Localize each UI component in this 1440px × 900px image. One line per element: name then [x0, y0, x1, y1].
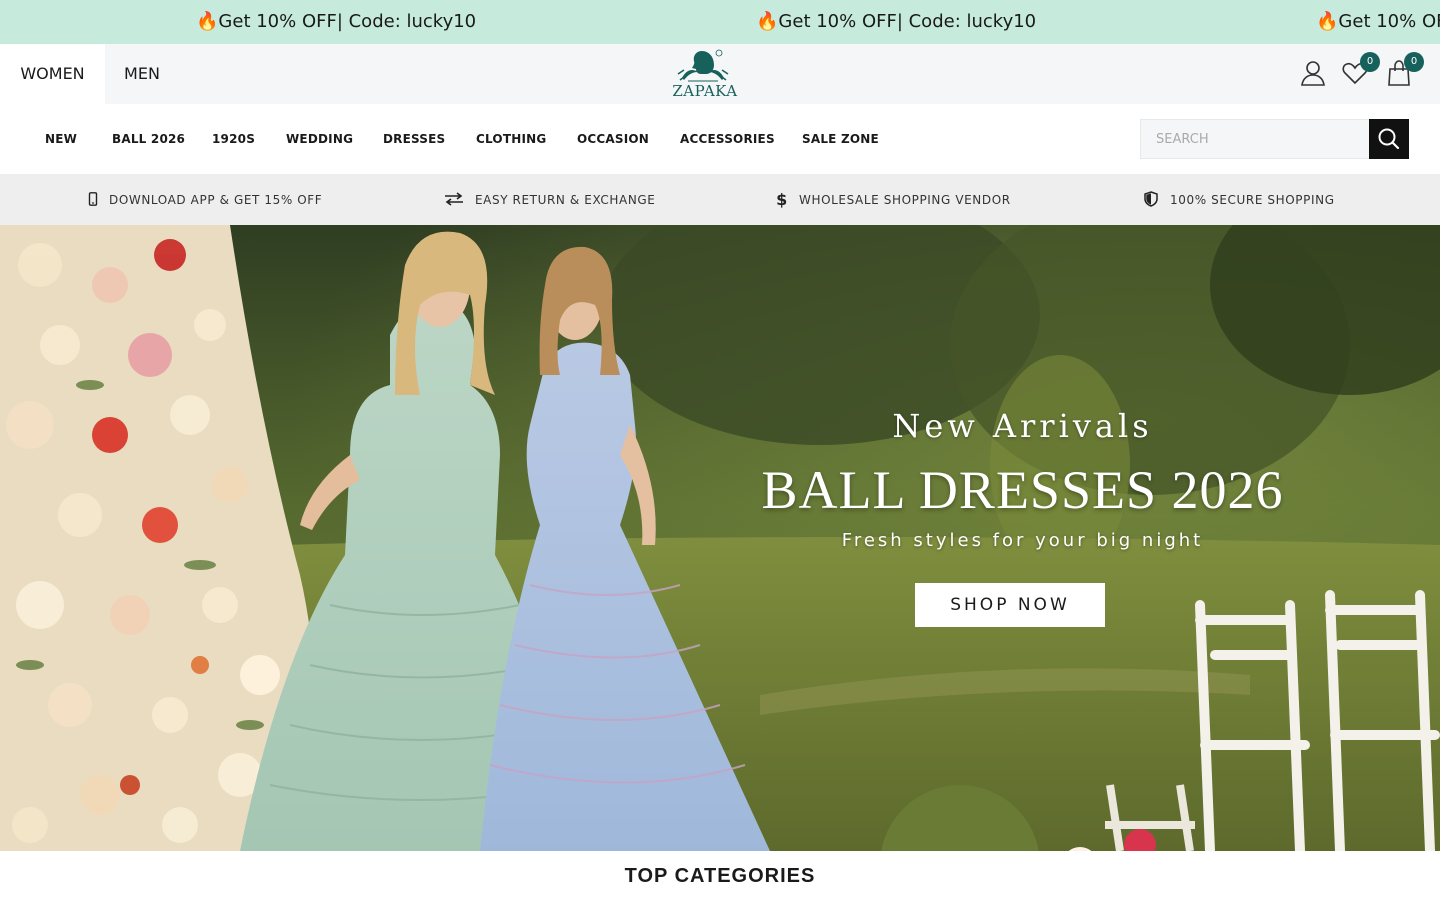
exchange-arrows-icon: [445, 192, 463, 206]
benefit-label: DOWNLOAD APP & GET 15% OFF: [109, 193, 323, 207]
promo-bar: 🔥Get 10% OFF| Code: lucky10 🔥Get 10% OFF…: [0, 0, 1440, 44]
benefit-secure[interactable]: 100% SECURE SHOPPING: [1144, 174, 1344, 225]
benefit-label: WHOLESALE SHOPPING VENDOR: [799, 193, 1011, 207]
benefit-label: 100% SECURE SHOPPING: [1170, 193, 1335, 207]
nav-item-ball-2026[interactable]: BALL 2026: [112, 104, 185, 174]
promo-text: Get 10% OFF| Code: lucky10: [778, 11, 1037, 32]
shield-icon: [1144, 191, 1158, 207]
promo-message[interactable]: 🔥Get 10% OFF| Code: lucky10: [1316, 0, 1440, 44]
dollar-icon: $: [776, 190, 788, 208]
logo-emblem-icon: [677, 49, 729, 82]
benefit-download-app[interactable]: DOWNLOAD APP & GET 15% OFF: [88, 174, 348, 225]
main-nav: NEW BALL 2026 1920S WEDDING DRESSES CLOT…: [0, 104, 1440, 174]
search-button[interactable]: [1369, 119, 1409, 159]
promo-message[interactable]: 🔥Get 10% OFF| Code: lucky10: [196, 0, 476, 44]
nav-item-accessories[interactable]: ACCESSORIES: [680, 104, 775, 174]
cart-count-badge: 0: [1404, 52, 1424, 72]
mobile-phone-icon: [88, 192, 98, 206]
hero-subtitle-bottom: Fresh styles for your big night: [841, 530, 1204, 551]
nav-item-clothing[interactable]: CLOTHING: [476, 104, 546, 174]
site-header: WOMEN MEN ZAPAKA 0 0: [0, 44, 1440, 104]
nav-item-new[interactable]: NEW: [45, 104, 77, 174]
promo-text: Get 10% OFF| Code: lucky10: [1338, 11, 1440, 32]
account-icon[interactable]: [1300, 60, 1328, 88]
tab-men[interactable]: MEN: [105, 44, 179, 104]
shop-now-button[interactable]: SHOP NOW: [915, 583, 1105, 627]
fire-icon: 🔥: [1316, 11, 1339, 32]
hero-subtitle-top: New Arrivals: [892, 407, 1153, 445]
search-input[interactable]: [1140, 119, 1369, 159]
hero-banner[interactable]: New Arrivals BALL DRESSES 2026 Fresh sty…: [0, 225, 1440, 851]
benefit-label: EASY RETURN & EXCHANGE: [475, 193, 656, 207]
search-icon: [1378, 128, 1400, 150]
hero-title: BALL DRESSES 2026: [761, 460, 1284, 520]
fire-icon: 🔥: [196, 11, 219, 32]
nav-item-sale-zone[interactable]: SALE ZONE: [802, 104, 879, 174]
benefit-easy-return[interactable]: EASY RETURN & EXCHANGE: [444, 174, 684, 225]
promo-text: Get 10% OFF| Code: lucky10: [218, 11, 477, 32]
benefit-wholesale[interactable]: $ WHOLESALE SHOPPING VENDOR: [776, 174, 1036, 225]
top-categories-heading: TOP CATEGORIES: [624, 865, 816, 887]
nav-item-dresses[interactable]: DRESSES: [383, 104, 445, 174]
tab-women[interactable]: WOMEN: [0, 44, 105, 104]
benefits-bar: DOWNLOAD APP & GET 15% OFF EASY RETURN &…: [0, 174, 1440, 225]
cart-icon[interactable]: 0: [1386, 52, 1424, 88]
svg-text:$: $: [776, 190, 788, 208]
nav-item-wedding[interactable]: WEDDING: [286, 104, 353, 174]
fire-icon: 🔥: [756, 11, 779, 32]
wishlist-icon[interactable]: 0: [1342, 52, 1380, 88]
wishlist-count-badge: 0: [1360, 52, 1380, 72]
nav-item-1920s[interactable]: 1920S: [212, 104, 255, 174]
site-logo[interactable]: ZAPAKA: [668, 48, 742, 102]
logo-text: ZAPAKA: [672, 82, 738, 100]
nav-item-occasion[interactable]: OCCASION: [577, 104, 649, 174]
promo-message[interactable]: 🔥Get 10% OFF| Code: lucky10: [756, 0, 1036, 44]
